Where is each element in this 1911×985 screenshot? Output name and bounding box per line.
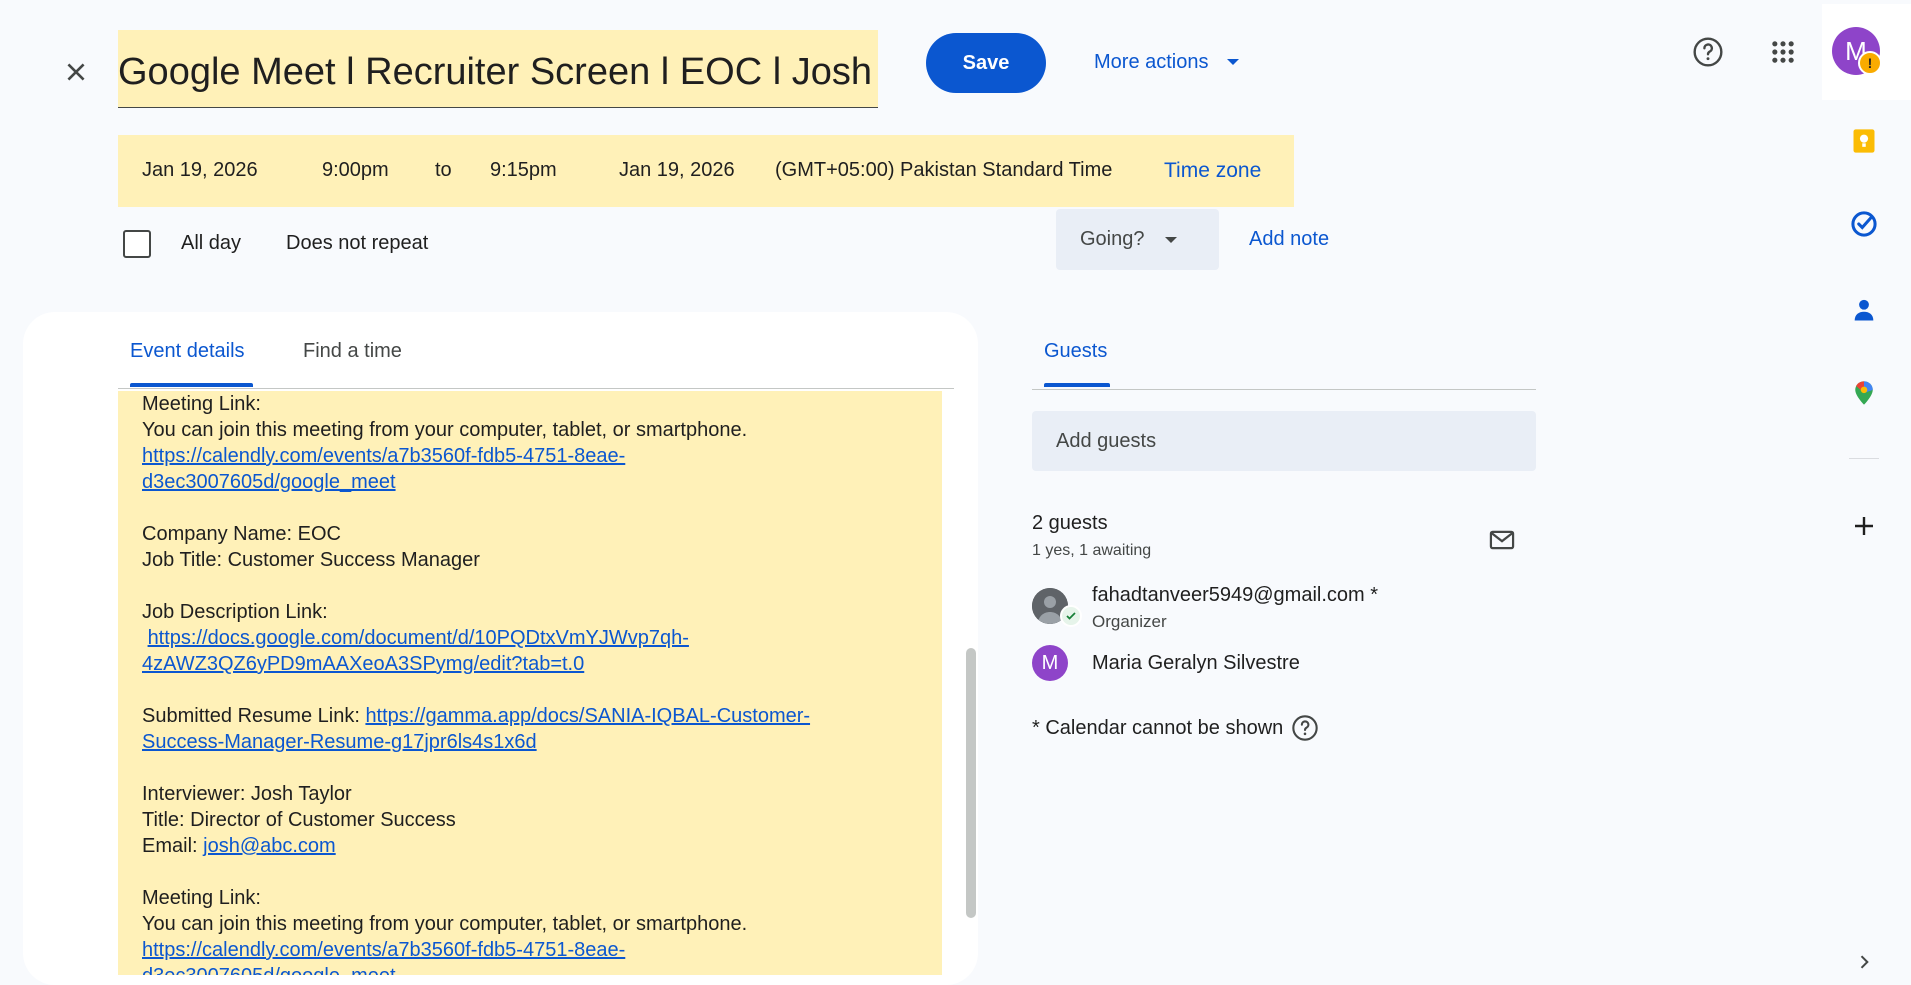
scrollbar-thumb[interactable] [966,648,976,918]
rsvp-label: Going? [1080,228,1145,250]
timezone-label: (GMT+05:00) Pakistan Standard Time [775,159,1113,181]
description-editor[interactable]: Meeting Link: You can join this meeting … [118,391,942,975]
add-guests-input[interactable] [1032,411,1536,471]
desc-line: Interviewer: Josh Taylor [142,783,352,805]
guest-response-summary: 1 yes, 1 awaiting [1032,542,1152,559]
accepted-check-icon [1060,605,1082,627]
rsvp-dropdown[interactable]: Going? [1056,209,1219,270]
all-day-checkbox[interactable] [123,230,151,258]
datetime-row: Jan 19, 2026 9:00pm to 9:15pm Jan 19, 20… [118,135,1294,207]
guest-role: Organizer [1092,612,1167,631]
add-icon [1855,517,1873,535]
account-alert-badge: ! [1858,51,1882,75]
desc-line: Meeting Link: [142,887,261,909]
keep-icon [1853,129,1875,153]
more-actions-label: More actions [1094,50,1209,73]
close-icon [67,63,85,81]
active-tab-indicator [130,383,253,387]
keep-button[interactable] [1844,121,1884,161]
maps-button[interactable] [1844,373,1884,413]
guest-name[interactable]: Maria Geralyn Silvestre [1092,652,1300,675]
tasks-button[interactable] [1844,204,1884,244]
email-link[interactable]: josh@abc.com [203,835,336,857]
guest-name[interactable]: fahadtanveer5949@gmail.com * [1092,584,1378,607]
start-time[interactable]: 9:00pm [322,159,389,182]
maps-icon [1855,381,1873,405]
meeting-link[interactable]: d3ec3007605d/google_meet [142,471,396,493]
desc-line: Title: Director of Customer Success [142,809,456,831]
all-day-label: All day [181,232,242,254]
resume-link[interactable]: Success-Manager-Resume-g17jpr6ls4s1x6d [142,731,537,753]
close-button[interactable] [54,50,98,94]
timezone-button[interactable]: Time zone [1164,159,1261,183]
help-icon[interactable] [1291,714,1319,742]
chevron-down-icon [1164,236,1177,243]
expand-panel-button[interactable] [1852,950,1876,974]
add-addon-button[interactable] [1844,506,1884,546]
tab-guests[interactable]: Guests [1044,340,1107,363]
tab-divider [118,388,954,389]
resume-link[interactable]: https://gamma.app/docs/SANIA-IQBAL-Custo… [365,705,810,727]
apps-button[interactable] [1763,32,1803,72]
guests-tab-indicator [1044,383,1110,387]
tasks-icon [1851,211,1877,237]
desc-line: Job Title: Customer Success Manager [142,549,480,571]
start-date[interactable]: Jan 19, 2026 [142,159,258,182]
title-field-wrapper [118,30,878,108]
apps-grid-icon [1772,41,1794,63]
more-actions-button[interactable]: More actions [1094,44,1239,80]
desc-line: Meeting Link: [142,393,261,415]
rail-divider [1849,458,1879,459]
tab-event-details[interactable]: Event details [130,340,245,363]
end-time[interactable]: 9:15pm [490,159,557,182]
resume-label: Submitted Resume Link: [142,705,366,727]
email-label: Email: [142,835,204,857]
help-button[interactable] [1688,32,1728,72]
chevron-right-icon [1860,955,1869,969]
meeting-link[interactable]: https://calendly.com/events/a7b3560f-fdb… [142,445,625,467]
desc-line: Job Description Link: [142,601,328,623]
mail-icon [1489,530,1515,550]
calendar-note: * Calendar cannot be shown [1032,714,1319,742]
calendar-note-text: * Calendar cannot be shown [1032,716,1284,739]
email-guests-button[interactable] [1482,520,1522,560]
job-description-link[interactable]: 4zAWZ3QZ6yPD9mAAXeoA3SPymg/edit?tab=t.0 [142,653,584,675]
desc-line: Company Name: EOC [142,523,341,545]
avatar: M [1032,645,1068,681]
desc-line: You can join this meeting from your comp… [142,419,748,441]
chevron-down-icon [1226,59,1239,65]
add-note-button[interactable]: Add note [1249,228,1329,251]
tab-find-a-time[interactable]: Find a time [303,340,402,363]
save-button[interactable]: Save [926,33,1046,93]
end-date[interactable]: Jan 19, 2026 [619,159,735,182]
title-input[interactable] [118,30,878,107]
job-description-link[interactable]: https://docs.google.com/document/d/10PQD… [148,627,689,649]
contacts-icon [1854,299,1874,321]
desc-line: You can join this meeting from your comp… [142,913,748,935]
help-icon [1693,37,1723,67]
repeat-dropdown[interactable]: Does not repeat [286,232,428,255]
contacts-button[interactable] [1844,290,1884,330]
guests-divider [1032,389,1536,390]
meeting-link[interactable]: https://calendly.com/events/a7b3560f-fdb… [142,939,625,961]
to-label: to [435,159,452,181]
guest-count: 2 guests [1032,512,1108,534]
meeting-link[interactable]: d3ec3007605d/google_meet [142,965,396,975]
